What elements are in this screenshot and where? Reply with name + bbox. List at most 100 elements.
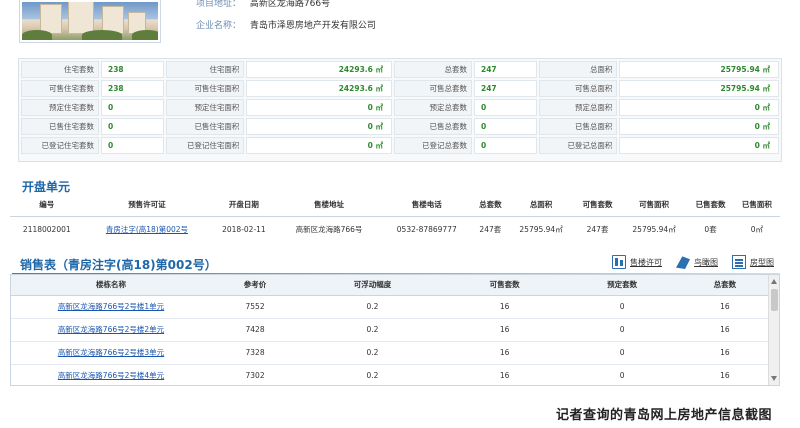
table-cell: 2118002001: [22, 224, 71, 234]
stat-label: 已登记住宅套数: [21, 137, 99, 154]
table-cell: 0套: [704, 224, 717, 234]
open-unit-table: 编号 预售许可证 开盘日期 售楼地址 售楼电话 总套数 总面积 可售套数 可售面积 已售套数 已售面…: [10, 194, 780, 242]
table-cell: 16: [445, 341, 564, 365]
stat-value: 0: [474, 118, 538, 135]
table-cell: 2018-02-11: [222, 224, 266, 234]
building-unit-link[interactable]: 高新区龙海路766号2号楼4单元: [58, 371, 164, 380]
company-label: 企业名称：: [196, 21, 242, 31]
table-cell: 0.2: [299, 364, 446, 385]
table-row: 高新区龙海路766号2号楼4单元 7302 0.2 16 0 16: [11, 364, 769, 385]
stat-value: 0 ㎡: [246, 137, 392, 154]
stat-label: 可售住宅套数: [21, 80, 99, 97]
column-header: 售楼电话: [380, 194, 473, 217]
building-unit-link[interactable]: 高新区龙海路766号2号楼2单元: [58, 325, 164, 334]
stat-value: 25795.94 ㎡: [619, 61, 779, 78]
permit-link[interactable]: 售楼许可: [612, 255, 662, 269]
table-cell: 7328: [211, 341, 300, 365]
stat-label: 总套数: [394, 61, 472, 78]
sales-title: 销售表（青房注字(高18)第002号）: [20, 258, 217, 272]
image-caption: 记者查询的青岛网上房地产信息截图: [555, 408, 772, 423]
table-cell: 16: [445, 318, 564, 342]
sales-scrollbar[interactable]: [768, 275, 779, 385]
stats-row: 住宅套数 238 住宅面积 24293.6 ㎡总套数 247 总面积 25795.94 ㎡: [21, 61, 779, 78]
stat-value: 0: [101, 137, 165, 154]
permit-number-link[interactable]: 青房注字(高18)第002号: [106, 225, 188, 234]
stat-label: 总面积: [539, 61, 618, 78]
table-cell: 16: [445, 295, 564, 319]
column-header: 总套数: [680, 275, 769, 296]
project-address: 项目地址： 高新区龙海路766号: [196, 0, 330, 9]
table-cell: 7302: [211, 364, 300, 385]
sales-table: 楼栋名称 参考价 可浮动幅度 可售套数 预定套数 总套数 高新区龙海路766号2号楼1单元…: [10, 274, 780, 386]
table-cell: 高新区龙海路766号2号楼1单元: [11, 295, 211, 319]
stat-value: 25795.94 ㎡: [619, 80, 779, 97]
column-header: 参考价: [211, 275, 300, 296]
stat-label: 已售住宅面积: [166, 118, 245, 135]
table-cell: 0.2: [299, 295, 446, 319]
floor-plan-link[interactable]: 房型图: [732, 255, 774, 269]
table-cell: 16: [680, 341, 769, 365]
floor-plan-label: 房型图: [750, 257, 774, 267]
table-cell: 高新区龙海路766号2号楼2单元: [11, 318, 211, 342]
column-header: 可浮动幅度: [299, 275, 446, 296]
stat-value: 0 ㎡: [246, 99, 392, 116]
table-row: 高新区龙海路766号2号楼1单元 7552 0.2 16 0 16: [11, 295, 769, 319]
table-cell: 0.2: [299, 341, 446, 365]
scroll-up-icon[interactable]: [771, 279, 777, 284]
stats-row: 已售住宅套数 0 已售住宅面积 0 ㎡已售总套数 0 已售总面积 0 ㎡: [21, 118, 779, 135]
project-header: 项目地址： 高新区龙海路766号 企业名称： 青岛市泽恩房地产开发有限公司: [0, 0, 800, 52]
table-cell: 0: [563, 318, 681, 342]
stat-label: 住宅面积: [166, 61, 245, 78]
table-cell: 25795.94㎡: [519, 224, 563, 234]
column-header: 预售许可证: [83, 194, 211, 217]
stat-label: 可售住宅面积: [166, 80, 245, 97]
table-row: 高新区龙海路766号2号楼3单元 7328 0.2 16 0 16: [11, 341, 769, 365]
stat-value: 0 ㎡: [619, 137, 779, 154]
aerial-view-link[interactable]: 鸟瞰图: [676, 255, 718, 269]
company-value: 青岛市泽恩房地产开发有限公司: [249, 21, 376, 31]
building-icon: [612, 255, 626, 269]
aerial-view-label: 鸟瞰图: [694, 257, 718, 267]
stat-label: 已售总面积: [539, 118, 618, 135]
stat-value: 0: [474, 137, 538, 154]
stat-value: 238: [101, 80, 165, 97]
table-cell: 25795.94㎡: [632, 224, 676, 234]
stat-label: 已登记住宅面积: [166, 137, 245, 154]
table-cell: 高新区龙海路766号: [295, 224, 363, 234]
stat-value: 0 ㎡: [246, 118, 392, 135]
company-name: 企业名称： 青岛市泽恩房地产开发有限公司: [196, 18, 376, 31]
sales-header: 销售表（青房注字(高18)第002号） 售楼许可 鸟瞰图 房型图: [10, 253, 780, 273]
stat-value: 247: [474, 61, 538, 78]
page: 项目地址： 高新区龙海路766号 企业名称： 青岛市泽恩房地产开发有限公司 住宅…: [0, 0, 800, 428]
stat-label: 已登记总面积: [539, 137, 618, 154]
table-cell: 0: [563, 364, 681, 385]
column-header: 预定套数: [563, 275, 681, 296]
table-row: 高新区龙海路766号2号楼2单元 7428 0.2 16 0 16: [11, 318, 769, 342]
floor-plan-icon: [732, 255, 746, 269]
stat-label: 住宅套数: [21, 61, 99, 78]
permit-link-label: 售楼许可: [630, 257, 662, 267]
scroll-thumb[interactable]: [771, 289, 778, 311]
stat-value: 0: [101, 118, 165, 135]
stat-label: 可售总面积: [539, 80, 618, 97]
column-header: 楼栋名称: [11, 275, 211, 296]
table-cell: 7428: [211, 318, 300, 342]
aerial-icon: [676, 256, 690, 269]
building-unit-link[interactable]: 高新区龙海路766号2号楼1单元: [58, 302, 164, 311]
column-header: 总面积: [507, 194, 575, 217]
stat-label: 可售总套数: [394, 80, 472, 97]
stat-value: 0: [474, 99, 538, 116]
table-cell: 16: [680, 364, 769, 385]
table-cell: 7552: [211, 295, 300, 319]
stat-label: 预定住宅套数: [21, 99, 99, 116]
building-unit-link[interactable]: 高新区龙海路766号2号楼3单元: [58, 348, 164, 357]
table-cell: 0㎡: [750, 224, 763, 234]
scroll-down-icon[interactable]: [771, 376, 777, 381]
column-header: 可售套数: [445, 275, 564, 296]
sales-links: 售楼许可 鸟瞰图 房型图: [612, 255, 774, 269]
table-cell: 16: [680, 295, 769, 319]
stat-value: 24293.6 ㎡: [246, 80, 392, 97]
table-cell: 247套: [479, 224, 502, 234]
table-cell: 0532-87869777: [396, 224, 457, 234]
column-header: 已售套数: [687, 194, 734, 217]
